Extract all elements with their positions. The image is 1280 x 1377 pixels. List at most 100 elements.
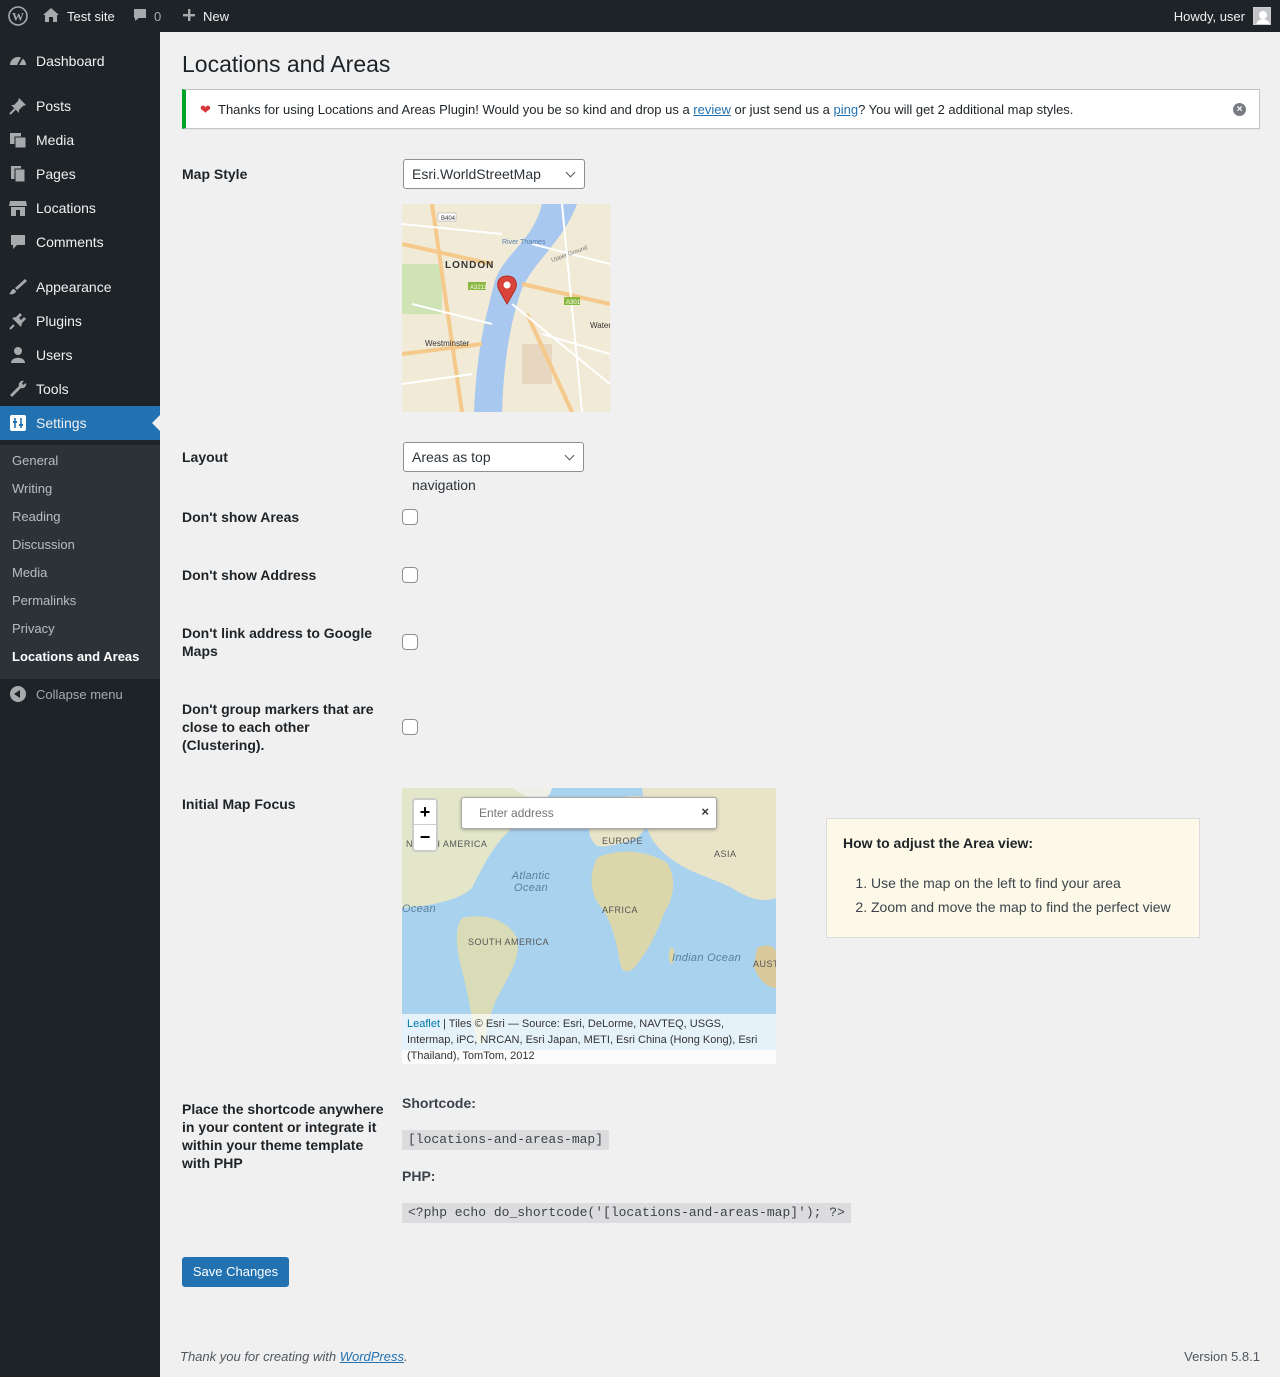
zoom-in-button[interactable]: + [414, 800, 436, 825]
map-label-pacific-ocean: Ocean [402, 903, 436, 915]
howdy-text: Howdy, user [1173, 8, 1245, 24]
dont-group-markers-checkbox[interactable] [402, 719, 418, 735]
comments-count: 0 [154, 8, 162, 24]
map-label-indian-ocean: Indian Ocean [672, 952, 742, 964]
footer-thanks: Thank you for creating with WordPress. [180, 1349, 408, 1364]
sidebar-item-users[interactable]: Users [0, 338, 160, 372]
sidebar-item-posts[interactable]: Posts [0, 89, 160, 123]
shortcode-value: [locations-and-areas-map] [402, 1130, 610, 1150]
map-label-australia: AUST [753, 959, 776, 969]
comment-icon [8, 232, 28, 252]
map-label-westminster: Westminster [425, 339, 470, 348]
save-changes-button[interactable]: Save Changes [182, 1257, 289, 1287]
sidebar-item-settings[interactable]: Settings [0, 406, 160, 440]
map-road-a3211: A3211 [470, 285, 488, 291]
wrench-icon [8, 379, 28, 399]
how-to-step: Use the map on the left to find your are… [871, 871, 1183, 895]
footer-version: Version 5.8.1 [1184, 1349, 1260, 1364]
address-search-input[interactable] [477, 805, 677, 821]
ping-link[interactable]: ping [833, 102, 858, 117]
layout-label: Layout [182, 449, 228, 465]
settings-icon [8, 413, 28, 433]
main-content: Locations and Areas ❤ Thanks for using L… [160, 32, 1280, 1377]
dont-show-address-label: Don't show Address [182, 567, 317, 583]
submenu-item-discussion[interactable]: Discussion [12, 537, 75, 552]
dont-show-address-checkbox[interactable] [402, 567, 418, 583]
wordpress-link[interactable]: WordPress [340, 1349, 404, 1364]
how-to-step: Zoom and move the map to find the perfec… [871, 895, 1183, 919]
new-content-link[interactable]: New [182, 0, 229, 32]
wordpress-logo-icon[interactable]: W [7, 0, 29, 32]
map-zoom-control: + − [412, 798, 438, 852]
admin-sidebar: Dashboard Posts Media Pages Locations Co… [0, 32, 160, 1377]
initial-map-focus-label: Initial Map Focus [182, 796, 296, 812]
submenu-item-reading[interactable]: Reading [12, 509, 60, 524]
avatar [1253, 7, 1271, 25]
svg-text:W: W [12, 10, 24, 24]
success-notice: ❤ Thanks for using Locations and Areas P… [182, 89, 1260, 129]
collapse-menu-button[interactable]: Collapse menu [0, 682, 160, 708]
dont-link-google-maps-label: Don't link address to Google Maps [182, 625, 373, 659]
how-to-title: How to adjust the Area view: [843, 835, 1034, 851]
comment-icon [132, 7, 148, 26]
dont-group-markers-label: Don't group markers that are close to ea… [182, 701, 374, 753]
comments-link[interactable]: 0 [132, 0, 161, 32]
plugin-icon [8, 311, 28, 331]
collapse-arrow-icon [10, 686, 26, 702]
site-name: Test site [67, 8, 115, 24]
dont-show-areas-checkbox[interactable] [402, 509, 418, 525]
sidebar-item-pages[interactable]: Pages [0, 157, 160, 191]
php-code-value: <?php echo do_shortcode('[locations-and-… [402, 1203, 851, 1223]
map-style-preview: LONDON Westminster River Thames Waterloo… [402, 204, 610, 412]
user-icon [8, 345, 28, 365]
sidebar-item-dashboard[interactable]: Dashboard [0, 44, 160, 78]
brush-icon [8, 277, 28, 297]
submenu-item-general[interactable]: General [12, 453, 58, 468]
zoom-out-button[interactable]: − [414, 825, 436, 850]
submenu-item-permalinks[interactable]: Permalinks [12, 593, 76, 608]
shortcode-heading: Shortcode: [402, 1095, 476, 1111]
initial-focus-map[interactable]: NORTH AMERICA EUROPE ASIA Atlantic Ocean… [402, 788, 776, 1064]
chevron-down-icon [565, 167, 576, 178]
php-heading: PHP: [402, 1168, 436, 1184]
map-label-river: River Thames [502, 239, 546, 246]
map-road-b404: B404 [441, 216, 456, 222]
sidebar-item-plugins[interactable]: Plugins [0, 304, 160, 338]
map-label-europe: EUROPE [602, 836, 644, 846]
map-style-select[interactable]: Esri.WorldStreetMap [403, 159, 585, 189]
sidebar-item-media[interactable]: Media [0, 123, 160, 157]
sidebar-item-appearance[interactable]: Appearance [0, 270, 160, 304]
site-name-link[interactable]: Test site [42, 0, 115, 32]
address-search-box: × [461, 797, 717, 829]
map-label-asia: ASIA [714, 849, 737, 859]
pin-icon [8, 96, 28, 116]
sidebar-item-locations[interactable]: Locations [0, 191, 160, 225]
map-label-south-america: SOUTH AMERICA [468, 937, 550, 947]
how-to-panel: How to adjust the Area view: Use the map… [826, 818, 1200, 938]
sidebar-item-tools[interactable]: Tools [0, 372, 160, 406]
map-label-atlantic-ocean: Atlantic Ocean [511, 870, 551, 894]
settings-submenu: General Writing Reading Discussion Media… [0, 445, 160, 679]
dashboard-icon [8, 51, 28, 71]
submenu-item-privacy[interactable]: Privacy [12, 621, 55, 636]
leaflet-link[interactable]: Leaflet [407, 1018, 440, 1030]
layout-select[interactable]: Areas as top navigation [403, 442, 584, 493]
submenu-item-media[interactable]: Media [12, 565, 47, 580]
sidebar-item-comments[interactable]: Comments [0, 225, 160, 259]
user-account-menu[interactable]: Howdy, user [1174, 0, 1271, 32]
map-label-waterloo: Waterloo [590, 321, 610, 330]
map-attribution: Leaflet | Tiles © Esri — Source: Esri, D… [402, 1014, 776, 1064]
dismiss-notice-icon[interactable]: × [1233, 103, 1246, 116]
dont-link-google-maps-checkbox[interactable] [402, 634, 418, 650]
notice-text: Thanks for using Locations and Areas Plu… [218, 102, 1074, 117]
map-label-london: LONDON [445, 260, 494, 271]
admin-bar: W Test site 0 New Howdy, user [0, 0, 1280, 32]
clear-address-icon[interactable]: × [701, 804, 709, 819]
submenu-item-writing[interactable]: Writing [12, 481, 52, 496]
home-icon [42, 7, 60, 26]
review-link[interactable]: review [693, 102, 731, 117]
pages-icon [8, 164, 28, 184]
new-label: New [203, 8, 230, 24]
map-road-a301: A301 [566, 300, 581, 306]
submenu-item-locations-and-areas[interactable]: Locations and Areas [12, 649, 139, 664]
